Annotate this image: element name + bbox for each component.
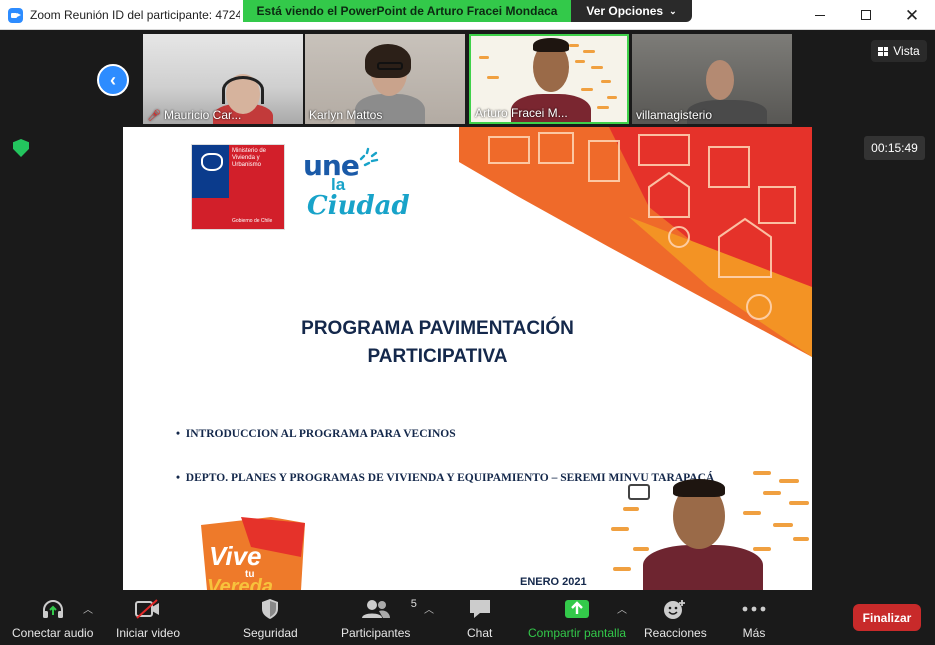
share-screen-icon [564,596,590,622]
slide-title-line1: PROGRAMA PAVIMENTACIÓN [301,318,574,339]
share-screen-button[interactable]: Compartir pantalla [528,596,626,640]
participant-name-row: Karlyn Mattos [309,108,382,122]
security-button[interactable]: Seguridad [243,596,298,640]
minimize-icon [815,14,825,16]
participants-label: Participantes [341,626,411,640]
participant-name-row: Arturo Fracei M... [475,106,568,120]
start-video-label: Iniciar video [116,626,181,640]
chevron-left-icon: ‹ [110,69,116,90]
participant-head [706,60,734,100]
audio-options-caret-icon[interactable]: ︿ [83,601,93,616]
presenter-hair [673,479,725,497]
video-off-icon [135,596,161,622]
presenter-video-overlay [603,467,812,590]
share-options-caret-icon[interactable]: ︿ [617,601,627,616]
participant-name-row: 🎤︎ Mauricio Car... [147,108,241,122]
glasses [377,62,403,70]
join-audio-label: Conectar audio [12,626,94,640]
headphones-icon [41,596,65,622]
more-dots-icon [741,596,767,622]
vive-tu-vereda-logo: Vive tu Vereda [201,517,305,590]
vereda-word: Vereda [207,576,273,590]
chevron-down-icon: ⌄ [669,5,677,16]
chat-label: Chat [467,626,493,640]
minvu-flag-red [192,198,229,229]
start-video-button[interactable]: Iniciar video [116,596,180,640]
headphones [222,76,264,104]
reactions-button[interactable]: Reacciones [644,596,707,640]
slide-date: ENERO 2021 [520,576,587,588]
view-button-label: Vista [893,44,920,58]
close-icon: ✕ [904,5,920,25]
participants-options-caret-icon[interactable]: ︿ [424,601,434,616]
minvu-footer: Gobierno de Chile [232,218,273,224]
reactions-label: Reacciones [644,626,707,640]
maximize-icon [861,10,871,20]
ciudad-word: Ciudad [307,191,410,221]
participant-name-row: villamagisterio [636,108,712,122]
emoji-icon [663,596,687,622]
participant-tile[interactable]: Karlyn Mattos [305,34,465,124]
presenter-body [643,545,763,590]
une-la-ciudad-logo: une la Ciudad [301,145,410,235]
security-label: Seguridad [243,626,298,640]
bullet-marker: • [176,472,181,484]
mic-muted-icon: 🎤︎ [147,109,161,122]
share-screen-label: Compartir pantalla [528,626,627,640]
meeting-timer: 00:15:49 [864,136,925,160]
vive-word: Vive [209,541,262,571]
participant-hair [533,38,569,52]
encryption-shield-icon[interactable] [13,139,29,157]
participant-tile[interactable]: villamagisterio [632,34,792,124]
chat-button[interactable]: Chat [467,596,492,640]
slide-title-line2: PARTICIPATIVA [367,346,508,367]
participant-name: Mauricio Car... [163,108,242,122]
participants-count: 5 [410,598,417,610]
close-button[interactable]: ✕ [889,0,935,30]
view-button[interactable]: Vista [871,40,927,62]
bullet-marker: • [176,428,181,440]
join-audio-button[interactable]: Conectar audio [12,596,93,640]
end-meeting-button[interactable]: Finalizar [853,604,921,631]
previous-page-button[interactable]: ‹ [97,64,129,96]
minimize-button[interactable] [797,0,843,30]
minvu-flag [192,145,229,229]
participant-tile[interactable]: 🎤︎ Mauricio Car... [143,34,303,124]
more-label: Más [742,626,766,640]
window-title: Zoom Reunión ID del participante: 472436… [30,8,240,22]
meeting-toolbar: Conectar audio ︿ Iniciar video Seguridad… [0,591,935,645]
participants-button[interactable]: 5 Participantes [341,596,417,640]
view-options-label: Ver Opciones [586,4,664,18]
chile-coat-of-arms-icon [192,145,229,198]
minvu-logo: Ministerio de Vivienda y Urbanismo Gobie… [191,144,285,230]
grid-view-icon [878,46,889,56]
participant-name: villamagisterio [636,108,713,122]
slide-title: PROGRAMA PAVIMENTACIÓN PARTICIPATIVA [123,315,752,371]
slide-bullet: • INTRODUCCION AL PROGRAMA PARA VECINOS [176,428,456,440]
share-status-text: Está viendo el PowerPoint de Arturo Frac… [243,0,571,22]
maximize-button[interactable] [843,0,889,30]
participant-name: Arturo Fracei M... [475,106,568,120]
screen-share-banner: Está viendo el PowerPoint de Arturo Frac… [243,0,692,22]
shared-slide: Ministerio de Vivienda y Urbanismo Gobie… [123,127,812,590]
shield-icon [260,596,280,622]
bullet-text: INTRODUCCION AL PROGRAMA PARA VECINOS [185,428,456,440]
participant-tile-active-speaker[interactable]: Arturo Fracei M... [469,34,629,124]
zoom-app-icon [8,8,23,23]
minvu-text-block: Ministerio de Vivienda y Urbanismo Gobie… [229,145,284,229]
participants-icon: 5 [361,596,417,622]
participant-hair [365,44,411,78]
chat-icon [468,596,492,622]
minvu-name: Ministerio de Vivienda y Urbanismo [232,148,267,168]
zoom-window: Zoom Reunión ID del participante: 472436… [0,0,935,645]
more-button[interactable]: Más [741,596,767,640]
view-options-button[interactable]: Ver Opciones ⌄ [571,0,692,22]
sun-rays-icon [359,147,379,167]
participant-name: Karlyn Mattos [309,108,383,122]
